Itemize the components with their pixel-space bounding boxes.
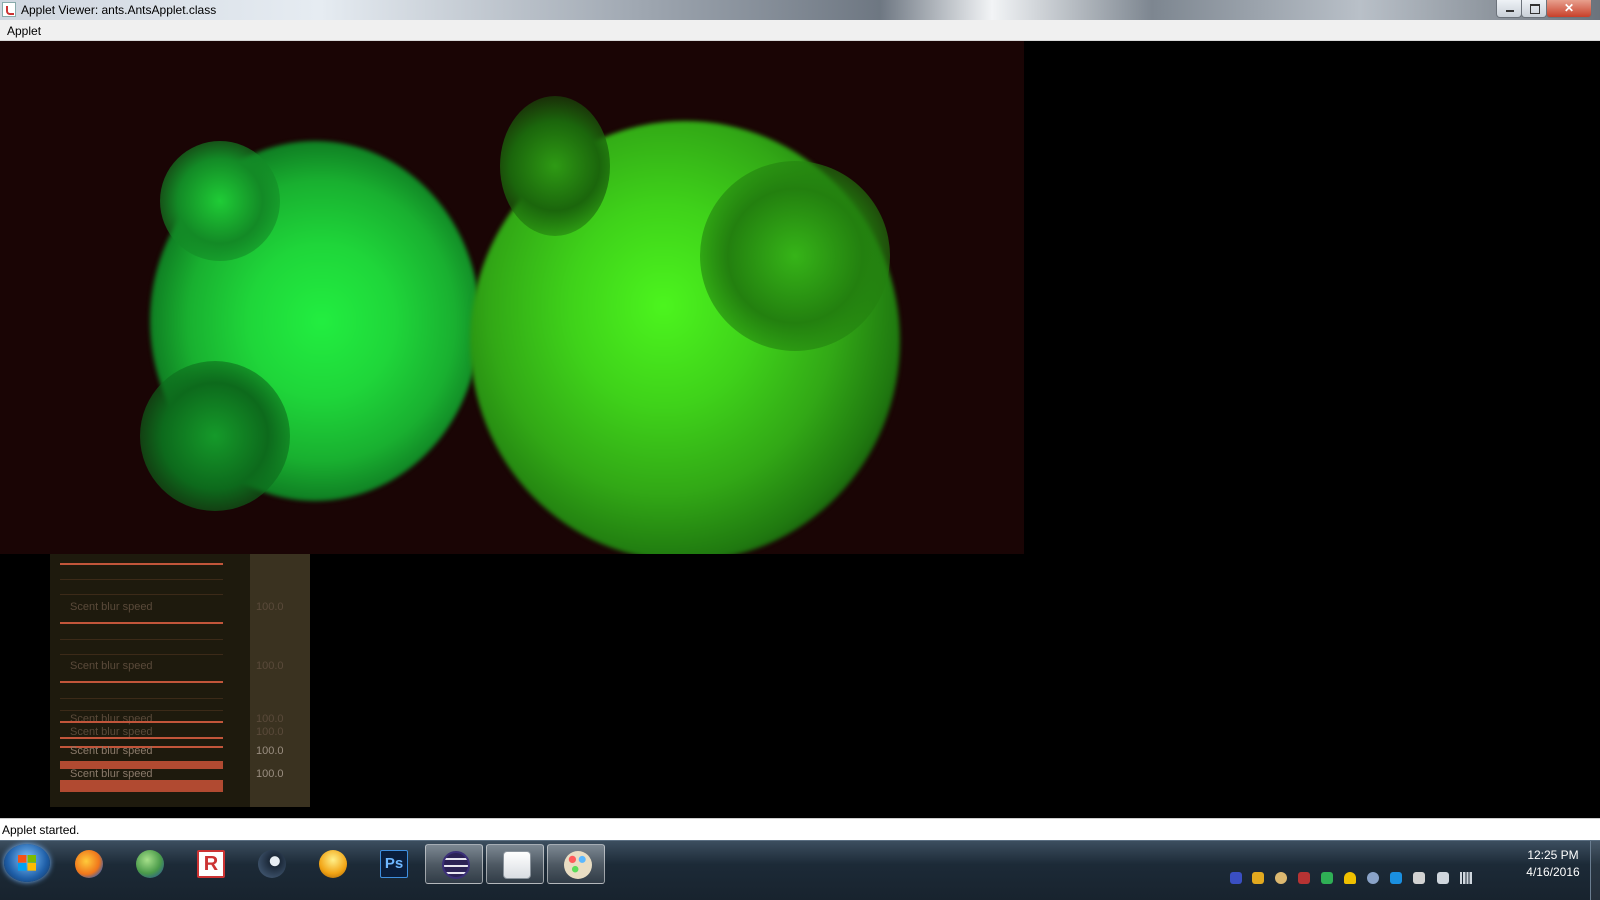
colony-right-lobe (700, 161, 890, 351)
taskbar-eclipse[interactable] (425, 844, 483, 884)
tray-drive-icon[interactable] (1321, 872, 1333, 884)
java-icon (503, 851, 531, 879)
firefox-icon (75, 850, 103, 878)
tray-disc-icon[interactable] (1367, 872, 1379, 884)
slider-track[interactable] (60, 622, 223, 624)
slider-fill[interactable] (60, 780, 223, 792)
window-title: Applet Viewer: ants.AntsApplet.class (21, 3, 217, 17)
slider-track[interactable] (60, 721, 223, 723)
taskbar-roblox[interactable]: R (181, 844, 239, 884)
clock-time: 12:25 PM (1527, 848, 1579, 862)
show-desktop-button[interactable] (1590, 841, 1600, 900)
globe-icon (136, 850, 164, 878)
steam-icon (258, 850, 286, 878)
param-value: 100.0 (256, 601, 284, 613)
title-bar[interactable]: Applet Viewer: ants.AntsApplet.class (0, 0, 1600, 20)
status-text: Applet started. (2, 823, 80, 837)
param-label: Scent blur speed (70, 768, 153, 780)
slider-track[interactable] (60, 563, 223, 565)
slider-ghost (60, 710, 223, 711)
param-value: 100.0 (256, 726, 284, 738)
taskbar-firefox[interactable] (59, 844, 117, 884)
slider-ghost (60, 639, 223, 640)
param-label: Scent blur speed (70, 745, 153, 757)
taskbar-paint[interactable] (547, 844, 605, 884)
param-value: 100.0 (256, 768, 284, 780)
slider-ghost (60, 698, 223, 699)
fl-studio-icon (319, 850, 347, 878)
slider-ghost (60, 594, 223, 595)
taskbar-java[interactable] (486, 844, 544, 884)
tray-network-icon[interactable] (1298, 872, 1310, 884)
colony-left-lobe (160, 141, 280, 261)
applet-area: Scent blur speed 100.0 Scent blur speed … (0, 41, 1600, 818)
paint-icon (564, 851, 592, 879)
volume-icon[interactable] (1437, 872, 1449, 884)
simulation-canvas[interactable] (0, 41, 1024, 554)
clock-date: 4/16/2016 (1526, 865, 1580, 879)
tray-dropbox-icon[interactable] (1390, 872, 1402, 884)
photoshop-icon: Ps (380, 850, 408, 878)
taskbar-photoshop[interactable]: Ps (364, 844, 422, 884)
taskbar-fl-studio[interactable] (303, 844, 361, 884)
colony-left-lobe (140, 361, 290, 511)
tray-plex-icon[interactable] (1252, 872, 1264, 884)
minimize-button[interactable] (1496, 0, 1522, 18)
param-label: Scent blur speed (70, 601, 153, 613)
taskbar-steam[interactable] (242, 844, 300, 884)
java-icon (2, 2, 16, 17)
param-value: 100.0 (256, 660, 284, 672)
menu-bar: Applet (0, 20, 1600, 41)
menu-applet[interactable]: Applet (7, 24, 41, 38)
slider-ghost (60, 654, 223, 655)
signal-icon[interactable] (1460, 872, 1472, 884)
eclipse-icon (442, 851, 470, 879)
param-label: Scent blur speed (70, 713, 153, 725)
roblox-icon: R (197, 850, 225, 878)
close-button[interactable] (1546, 0, 1592, 18)
slider-track[interactable] (60, 737, 223, 739)
param-value: 100.0 (256, 745, 284, 757)
status-bar: Applet started. (0, 818, 1600, 840)
tray-ball-icon[interactable] (1275, 872, 1287, 884)
clock[interactable]: 12:25 PM 4/16/2016 (1517, 847, 1589, 881)
taskbar-globe[interactable] (120, 844, 178, 884)
start-button[interactable] (4, 844, 50, 882)
taskbar: R Ps (0, 840, 1600, 900)
colony-right-lobe (500, 96, 610, 236)
maximize-button[interactable] (1521, 0, 1547, 18)
param-label: Scent blur speed (70, 660, 153, 672)
tray-shield-icon[interactable] (1230, 872, 1242, 884)
tray-flag-icon[interactable] (1413, 872, 1425, 884)
slider-track[interactable] (60, 681, 223, 683)
control-panel: Scent blur speed 100.0 Scent blur speed … (50, 554, 310, 807)
slider-ghost (60, 579, 223, 580)
param-value: 100.0 (256, 713, 284, 725)
tray-headphones-icon[interactable] (1344, 872, 1356, 884)
